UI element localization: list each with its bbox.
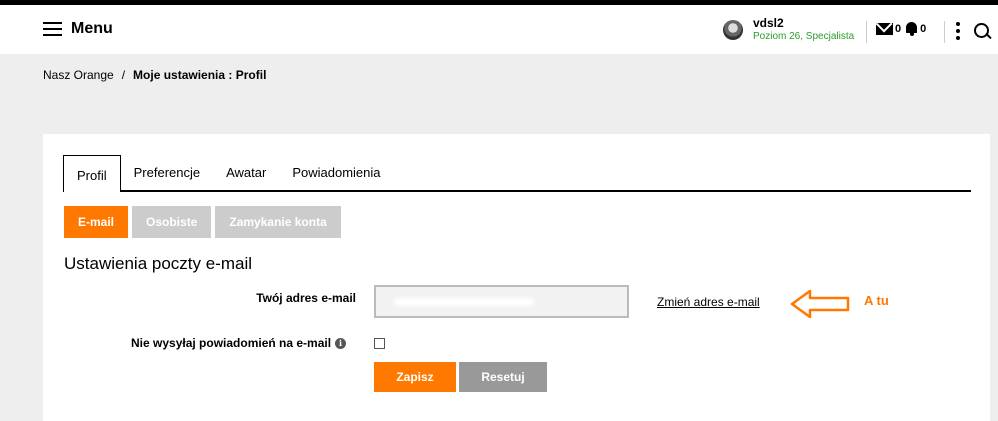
subtab-zamykanie-konta[interactable]: Zamykanie konta — [215, 206, 341, 238]
arrow-left-icon — [790, 289, 850, 319]
messages-count: 0 — [895, 23, 902, 35]
header: Menu vdsl2 Poziom 26, Specjalista 0 0 — [0, 5, 998, 54]
tab-powiadomienia[interactable]: Powiadomienia — [279, 155, 393, 192]
menu-button[interactable]: Menu — [43, 20, 113, 38]
bell-icon[interactable] — [905, 22, 918, 36]
notifications-count: 0 — [920, 23, 927, 35]
redacted-email — [394, 298, 534, 306]
no-email-label: Nie wysyłaj powiadomień na e-mail i — [131, 336, 347, 350]
divider — [944, 21, 945, 43]
menu-label: Menu — [71, 20, 113, 37]
no-email-label-text: Nie wysyłaj powiadomień na e-mail — [131, 336, 332, 350]
user-name: vdsl2 — [753, 16, 784, 30]
subtab-email[interactable]: E-mail — [64, 206, 129, 238]
email-field[interactable] — [374, 285, 629, 318]
tab-profil[interactable]: Profil — [63, 155, 121, 192]
reset-button[interactable]: Resetuj — [459, 362, 547, 392]
tab-awatar[interactable]: Awatar — [213, 155, 279, 192]
tab-preferencje[interactable]: Preferencje — [121, 155, 213, 192]
mail-icon[interactable] — [876, 23, 893, 35]
save-button[interactable]: Zapisz — [374, 362, 456, 392]
settings-card: Profil Preferencje Awatar Powiadomienia … — [43, 134, 990, 421]
subtab-osobiste[interactable]: Osobiste — [132, 206, 212, 238]
divider — [866, 21, 867, 43]
subtab-bar: E-mail Osobiste Zamykanie konta — [64, 206, 341, 238]
hamburger-icon — [43, 22, 62, 36]
avatar — [723, 20, 743, 40]
section-title: Ustawienia poczty e-mail — [64, 254, 253, 273]
user-level: Poziom 26, Specjalista — [753, 31, 855, 42]
search-icon[interactable] — [974, 23, 991, 40]
tab-bar: Profil Preferencje Awatar Powiadomienia — [63, 155, 971, 192]
no-email-checkbox[interactable] — [374, 338, 385, 349]
breadcrumb-current: Moje ustawienia : Profil — [133, 68, 267, 82]
user-profile[interactable]: vdsl2 Poziom 26, Specjalista — [723, 17, 854, 43]
annotation-text: A tu — [864, 293, 889, 308]
breadcrumb-root[interactable]: Nasz Orange — [43, 68, 114, 82]
more-options-icon[interactable] — [956, 22, 960, 40]
breadcrumb-separator: / — [121, 68, 126, 82]
change-email-link[interactable]: Zmień adres e-mail — [657, 295, 760, 309]
info-icon[interactable]: i — [335, 337, 347, 349]
header-icons: 0 0 — [876, 22, 930, 36]
breadcrumb: Nasz Orange / Moje ustawienia : Profil — [43, 68, 266, 82]
email-label: Twój adres e-mail — [256, 291, 356, 305]
